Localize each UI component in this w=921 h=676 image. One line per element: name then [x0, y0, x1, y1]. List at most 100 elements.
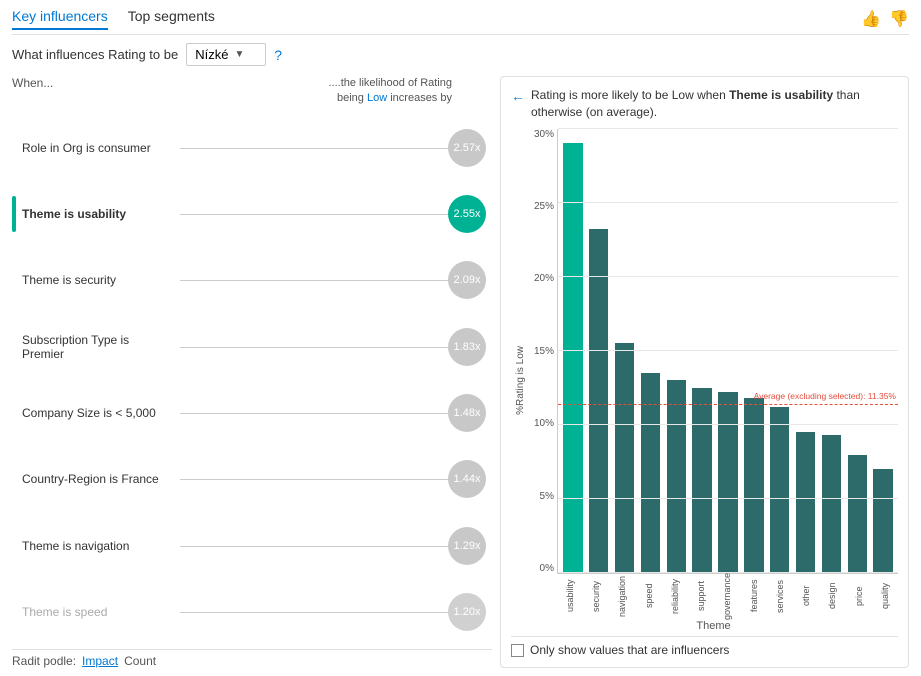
- bar-line: [180, 413, 462, 414]
- bar-group[interactable]: [715, 129, 741, 573]
- bar-line-container: 2.55x: [180, 213, 484, 215]
- bar-line-container: 2.57x: [180, 147, 484, 149]
- influencers-only-checkbox[interactable]: [511, 644, 524, 657]
- y-tick: 30%: [529, 129, 554, 140]
- tab-top-segments[interactable]: Top segments: [128, 8, 215, 30]
- influencer-label: Subscription Type is Premier: [12, 333, 172, 361]
- influencer-label: Theme is navigation: [12, 539, 172, 553]
- influencer-label: Role in Org is consumer: [12, 141, 172, 155]
- y-tick: 20%: [529, 273, 554, 284]
- grid-line: [558, 424, 898, 425]
- bar-group[interactable]: [741, 129, 767, 573]
- bar: [718, 392, 737, 573]
- bar-group[interactable]: [870, 129, 896, 573]
- bubble: 1.29x: [448, 527, 486, 565]
- grid-line: [558, 202, 898, 203]
- influencer-item[interactable]: Theme is navigation 1.29x: [12, 512, 492, 578]
- bar-group[interactable]: [663, 129, 689, 573]
- x-label: usability: [557, 574, 583, 618]
- influencer-item[interactable]: Theme is usability 2.55x: [12, 181, 492, 247]
- column-headers: When... ....the likelihood of Rating bei…: [12, 76, 492, 107]
- bar-group[interactable]: [793, 129, 819, 573]
- bar-group[interactable]: [638, 129, 664, 573]
- bar-group[interactable]: [689, 129, 715, 573]
- influencers-list: Role in Org is consumer 2.57x Theme is u…: [12, 115, 492, 645]
- bar-line: [180, 347, 462, 348]
- grid-line: [558, 128, 898, 129]
- filter-dropdown[interactable]: Nízké ▼: [186, 43, 266, 66]
- main-content: When... ....the likelihood of Rating bei…: [12, 76, 909, 668]
- thumbs-up-icon[interactable]: 👍: [861, 9, 881, 29]
- x-label: speed: [636, 574, 662, 618]
- col-when-label: When...: [12, 76, 53, 90]
- bubble: 1.20x: [448, 593, 486, 631]
- bubble: 2.57x: [448, 129, 486, 167]
- left-panel: When... ....the likelihood of Rating bei…: [12, 76, 492, 668]
- bar-line-container: 1.48x: [180, 412, 484, 414]
- bar-group[interactable]: [767, 129, 793, 573]
- y-tick: 15%: [529, 346, 554, 357]
- checkbox-label: Only show values that are influencers: [530, 643, 729, 657]
- bar: [848, 455, 867, 574]
- help-icon[interactable]: ?: [274, 47, 282, 63]
- bar-line: [180, 280, 462, 281]
- bar-group[interactable]: [818, 129, 844, 573]
- y-axis-label: %Rating is Low: [515, 346, 526, 415]
- y-tick: 5%: [529, 491, 554, 502]
- y-tick: 25%: [529, 201, 554, 212]
- bar-line-container: 1.44x: [180, 478, 484, 480]
- influencer-label: Theme is security: [12, 273, 172, 287]
- filter-row: What influences Rating to be Nízké ▼ ?: [12, 43, 909, 66]
- bubble: 2.55x: [448, 195, 486, 233]
- thumbs-down-icon[interactable]: 👎: [889, 9, 909, 29]
- x-label: reliability: [662, 574, 688, 618]
- selected-indicator: [12, 196, 16, 232]
- influencer-item[interactable]: Role in Org is consumer 2.57x: [12, 115, 492, 181]
- bar: [822, 435, 841, 573]
- x-label: navigation: [609, 574, 635, 618]
- bar: [873, 469, 892, 573]
- grid-line: [558, 276, 898, 277]
- bar-line: [180, 546, 462, 547]
- chart-title: Rating is more likely to be Low when The…: [531, 87, 898, 121]
- tab-key-influencers[interactable]: Key influencers: [12, 8, 108, 30]
- bar: [667, 380, 686, 573]
- average-label: Average (excluding selected): 11.35%: [754, 391, 896, 401]
- x-label: support: [688, 574, 714, 618]
- sort-label: Radit podle:: [12, 654, 76, 668]
- bubble: 1.83x: [448, 328, 486, 366]
- bar: [589, 229, 608, 573]
- influencer-label: Theme is speed: [12, 605, 172, 619]
- y-tick: 0%: [529, 563, 554, 574]
- sort-impact[interactable]: Impact: [82, 654, 118, 668]
- back-arrow-icon[interactable]: ←: [511, 88, 525, 104]
- influencer-item[interactable]: Theme is security 2.09x: [12, 247, 492, 313]
- bar: [692, 388, 711, 573]
- bar-group[interactable]: [844, 129, 870, 573]
- sort-count[interactable]: Count: [124, 654, 156, 668]
- tabs-row: Key influencers Top segments 👍 👎: [12, 8, 909, 35]
- bubble: 1.44x: [448, 460, 486, 498]
- influencer-item[interactable]: Theme is speed 1.20x: [12, 579, 492, 645]
- influencer-item[interactable]: Company Size is < 5,000 1.48x: [12, 380, 492, 446]
- influencer-label: Theme is usability: [12, 207, 172, 221]
- x-label: other: [793, 574, 819, 618]
- bubble: 2.09x: [448, 261, 486, 299]
- bar-line-container: 1.83x: [180, 346, 484, 348]
- influencer-item[interactable]: Subscription Type is Premier 1.83x: [12, 314, 492, 380]
- sort-row: Radit podle: Impact Count: [12, 649, 492, 668]
- bubble: 1.48x: [448, 394, 486, 432]
- x-label: price: [846, 574, 872, 618]
- x-label: quality: [872, 574, 898, 618]
- bar: [770, 407, 789, 573]
- bar-group[interactable]: [586, 129, 612, 573]
- influencer-item[interactable]: Country-Region is France 1.44x: [12, 446, 492, 512]
- bar-group[interactable]: [560, 129, 586, 573]
- grid-line: [558, 350, 898, 351]
- filter-label: What influences Rating to be: [12, 47, 178, 62]
- x-label: features: [741, 574, 767, 618]
- bar-line: [180, 479, 462, 480]
- bar-group[interactable]: [612, 129, 638, 573]
- col-likelihood-label: ....the likelihood of Rating being Low i…: [328, 76, 452, 107]
- bar: [563, 143, 582, 573]
